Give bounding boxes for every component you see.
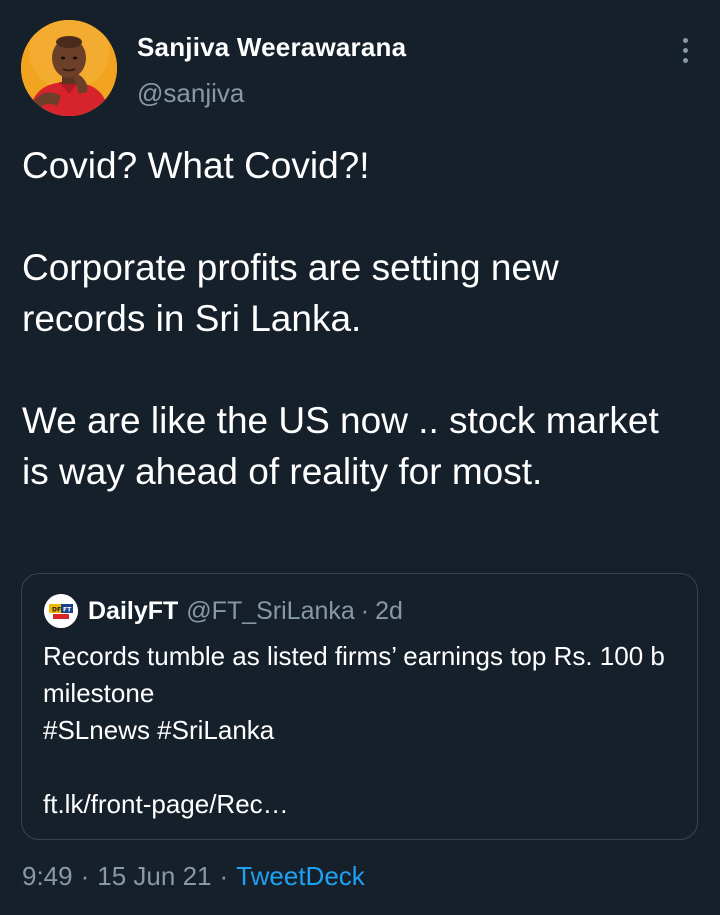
dailyft-logo-icon: DF FT <box>44 594 78 628</box>
quoted-tweet-hashtags[interactable]: #SLnews #SriLanka <box>43 712 673 749</box>
quoted-tweet-card[interactable]: DF FT DailyFT @FT_SriLanka · 2d Records … <box>21 573 698 840</box>
tweet-metadata: 9:49 · 15 Jun 21 · TweetDeck <box>22 861 365 892</box>
footer-separator: · <box>219 861 229 891</box>
tweet-paragraph: Covid? What Covid?! <box>22 145 370 186</box>
quoted-tweet-avatar: DF FT <box>44 594 78 628</box>
quoted-tweet-link[interactable]: ft.lk/front-page/Rec… <box>43 786 673 823</box>
tweet-time[interactable]: 9:49 <box>22 861 73 891</box>
quoted-tweet-separator: · <box>360 596 370 625</box>
quoted-tweet-author-name: DailyFT <box>88 596 179 625</box>
author-avatar[interactable] <box>21 20 117 116</box>
more-options-button[interactable] <box>670 32 700 68</box>
quoted-tweet-text: Records tumble as listed firms’ earnings… <box>43 638 673 823</box>
svg-text:DF: DF <box>52 607 61 614</box>
tweet-text: Covid? What Covid?! Corporate profits ar… <box>22 140 692 497</box>
author-name[interactable]: Sanjiva Weerawarana <box>137 32 406 63</box>
svg-text:FT: FT <box>63 607 72 614</box>
tweet-detail: Sanjiva Weerawarana @sanjiva Covid? What… <box>0 0 720 915</box>
tweet-paragraph: We are like the US now .. stock market i… <box>22 400 659 492</box>
tweet-source-link[interactable]: TweetDeck <box>236 861 365 891</box>
quoted-tweet-author-handle: @FT_SriLanka <box>186 596 355 625</box>
footer-separator: · <box>80 861 90 891</box>
quoted-tweet-header: DF FT DailyFT @FT_SriLanka · 2d <box>44 594 403 628</box>
author-handle[interactable]: @sanjiva <box>137 78 244 109</box>
quoted-tweet-time: 2d <box>375 596 403 625</box>
more-vertical-icon <box>682 37 688 43</box>
more-vertical-icon-dot <box>682 57 688 63</box>
tweet-date[interactable]: 15 Jun 21 <box>97 861 211 891</box>
more-vertical-icon-dot <box>682 47 688 53</box>
avatar-photo-icon <box>21 20 117 116</box>
tweet-paragraph: Corporate profits are setting new record… <box>22 247 559 339</box>
quoted-tweet-line: Records tumble as listed firms’ earnings… <box>43 641 665 708</box>
